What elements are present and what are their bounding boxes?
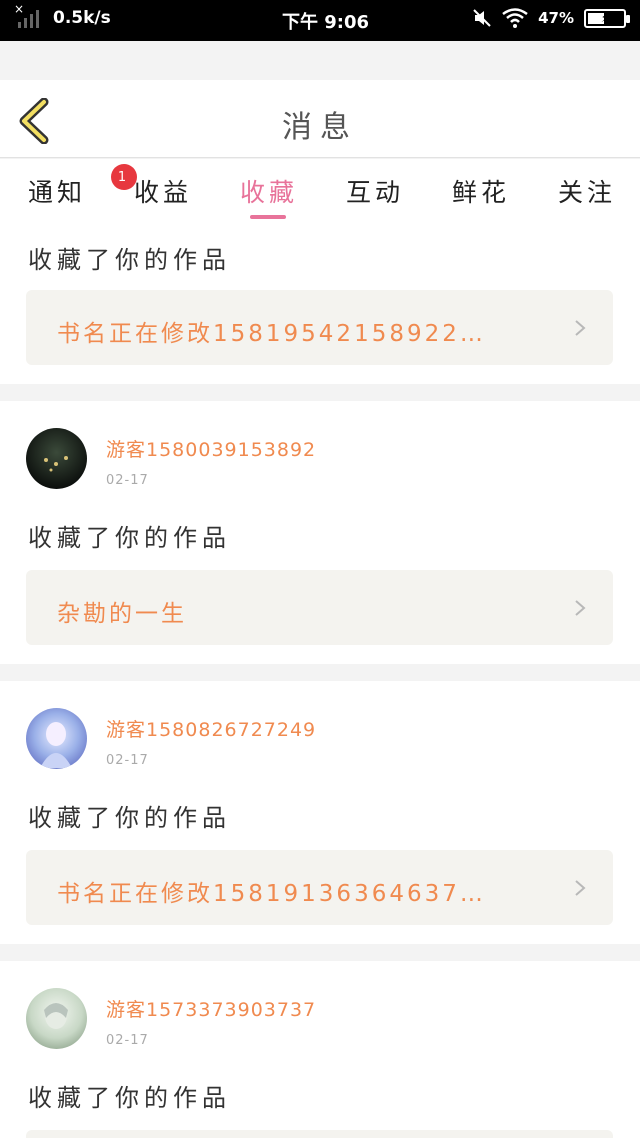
tab-earnings[interactable]: 收益 <box>134 173 192 209</box>
avatar[interactable] <box>26 428 87 489</box>
charging-icon: ⚡ <box>600 11 610 25</box>
work-link[interactable] <box>26 1130 613 1138</box>
work-link[interactable]: 书名正在修改15819542158922… <box>26 290 613 365</box>
username[interactable]: 游客1580039153892 <box>106 435 316 462</box>
status-bar: × 0.5k/s 下午 9:06 47% ⚡ <box>0 0 640 41</box>
chevron-right-icon <box>575 600 586 616</box>
status-right: 47% ⚡ <box>472 8 630 28</box>
message-card: 游客1580039153892 02-17 收藏了你的作品 杂勘的一生 <box>0 401 640 664</box>
tab-notifications[interactable]: 通知 1 <box>28 164 137 209</box>
username[interactable]: 游客1573373903737 <box>106 995 316 1022</box>
message-action: 收藏了你的作品 <box>28 804 231 832</box>
username[interactable]: 游客1580826727249 <box>106 715 316 742</box>
wifi-icon <box>502 8 528 28</box>
tab-following[interactable]: 关注 <box>558 173 616 209</box>
tab-interaction[interactable]: 互动 <box>346 173 404 209</box>
page-title: 消息 <box>282 110 358 145</box>
work-title: 书名正在修改15819136364637… <box>57 881 486 907</box>
message-action: 收藏了你的作品 <box>28 246 231 274</box>
network-speed: 0.5k/s <box>53 8 111 28</box>
mute-icon <box>473 9 491 27</box>
chevron-right-icon <box>575 320 586 336</box>
message-card: 游客1573373903737 02-17 收藏了你的作品 <box>0 961 640 1138</box>
battery-percent: 47% <box>538 9 574 27</box>
message-date: 02-17 <box>106 473 149 488</box>
message-date: 02-17 <box>106 1033 149 1048</box>
tab-bar: 通知 1 收益 收藏 互动 鲜花 关注 <box>0 159 640 227</box>
work-link[interactable]: 书名正在修改15819136364637… <box>26 850 613 925</box>
tab-label: 通知 <box>28 178 87 207</box>
status-left: × 0.5k/s <box>12 2 111 28</box>
battery-icon: ⚡ <box>584 8 630 28</box>
work-title: 杂勘的一生 <box>57 601 187 627</box>
tab-flowers[interactable]: 鲜花 <box>452 173 510 209</box>
active-tab-indicator <box>250 215 286 219</box>
tab-label: 收益 <box>134 178 193 207</box>
message-card: 收藏了你的作品 书名正在修改15819542158922… <box>0 227 640 384</box>
tab-label: 鲜花 <box>452 178 511 207</box>
avatar[interactable] <box>26 708 87 769</box>
status-time: 下午 9:06 <box>282 12 370 33</box>
message-action: 收藏了你的作品 <box>28 1084 231 1112</box>
tab-label: 关注 <box>558 178 617 207</box>
chevron-right-icon <box>575 880 586 896</box>
work-link[interactable]: 杂勘的一生 <box>26 570 613 645</box>
message-action: 收藏了你的作品 <box>28 524 231 552</box>
message-card: 游客1580826727249 02-17 收藏了你的作品 书名正在修改1581… <box>0 681 640 944</box>
top-spacer <box>0 41 640 80</box>
tab-label: 互动 <box>346 178 405 207</box>
tab-label: 收藏 <box>240 178 299 207</box>
header-bar: 消息 <box>0 80 640 158</box>
status-x-mark: × <box>14 2 25 16</box>
avatar[interactable] <box>26 988 87 1049</box>
work-title: 书名正在修改15819542158922… <box>57 321 486 347</box>
tab-favorites[interactable]: 收藏 <box>240 173 298 209</box>
message-date: 02-17 <box>106 753 149 768</box>
